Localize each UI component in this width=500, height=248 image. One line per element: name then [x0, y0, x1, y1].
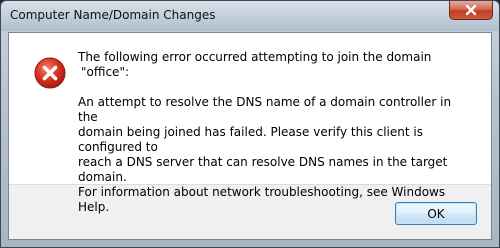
message-line: An attempt to resolve the DNS name of a … — [78, 95, 452, 124]
dialog-window: Computer Name/Domain Changes The followi… — [0, 0, 500, 248]
message-line: reach a DNS server that can resolve DNS … — [78, 155, 448, 184]
close-icon — [465, 4, 477, 16]
message-line: The following error occurred attempting … — [78, 50, 432, 64]
title-bar[interactable]: Computer Name/Domain Changes — [1, 1, 499, 31]
window-title: Computer Name/Domain Changes — [10, 8, 216, 22]
error-icon — [34, 57, 66, 89]
ok-button[interactable]: OK — [395, 202, 477, 225]
message-line: domain being joined has failed. Please v… — [78, 125, 423, 154]
message-area: The following error occurred attempting … — [9, 33, 491, 214]
message-line: "office": — [81, 65, 130, 79]
dialog-client-area: The following error occurred attempting … — [8, 32, 492, 240]
error-message: The following error occurred attempting … — [78, 50, 468, 215]
close-button[interactable] — [449, 1, 493, 20]
